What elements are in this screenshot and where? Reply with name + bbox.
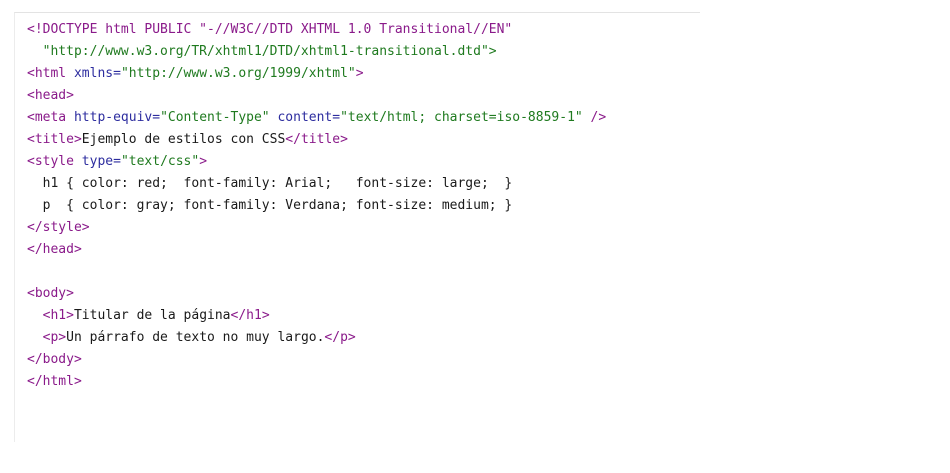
code-line: <meta http-equiv="Content-Type" content=… (27, 107, 606, 129)
code-token: <style (27, 154, 82, 169)
code-token: </body> (27, 352, 82, 367)
code-line: <title>Ejemplo de estilos con CSS</title… (27, 129, 606, 151)
code-token: </head> (27, 242, 82, 257)
code-token: <meta (27, 110, 74, 125)
code-token: > (199, 154, 208, 169)
code-token: <!DOCTYPE html PUBLIC "-//W3C//DTD XHTML… (27, 22, 513, 37)
code-line: <p>Un párrafo de texto no muy largo.</p> (27, 327, 606, 349)
code-token: "text/html; charset=iso-8859-1" (340, 110, 583, 125)
code-token: h1 { color: red; font-family: Arial; fon… (27, 176, 513, 191)
code-line: <!DOCTYPE html PUBLIC "-//W3C//DTD XHTML… (27, 19, 606, 41)
code-token: <h1> (27, 308, 74, 323)
code-line: <style type="text/css"> (27, 151, 606, 173)
code-token: p { color: gray; font-family: Verdana; f… (27, 198, 513, 213)
code-line: "http://www.w3.org/TR/xhtml1/DTD/xhtml1-… (27, 41, 606, 63)
code-block: <!DOCTYPE html PUBLIC "-//W3C//DTD XHTML… (27, 19, 606, 393)
code-line: <body> (27, 283, 606, 305)
code-token: Titular de la página (73, 308, 231, 323)
code-token: xmlns= (73, 66, 121, 81)
code-token: Ejemplo de estilos con CSS (81, 132, 286, 147)
code-token: <p> (27, 330, 67, 345)
code-viewer: <!DOCTYPE html PUBLIC "-//W3C//DTD XHTML… (14, 12, 700, 442)
code-line: </body> (27, 349, 606, 371)
code-token: "http://www.w3.org/TR/xhtml1/DTD/xhtml1-… (27, 44, 497, 59)
code-token: "text/css" (120, 154, 200, 169)
code-token: "Content-Type" (160, 110, 270, 125)
code-line: <html xmlns="http://www.w3.org/1999/xhtm… (27, 63, 606, 85)
code-token: <head> (27, 88, 74, 103)
code-token: content= (277, 110, 341, 125)
code-token: type= (81, 154, 121, 169)
code-token: </title> (285, 132, 348, 147)
code-token: "http://www.w3.org/1999/xhtml" (120, 66, 356, 81)
code-token: > (355, 66, 364, 81)
code-token: </html> (27, 374, 82, 389)
code-line: </head> (27, 239, 606, 261)
code-line: <head> (27, 85, 606, 107)
code-token: <title> (27, 132, 82, 147)
code-line: </style> (27, 217, 606, 239)
code-line: p { color: gray; font-family: Verdana; f… (27, 195, 606, 217)
code-token: </h1> (230, 308, 270, 323)
code-token: /> (582, 110, 607, 125)
code-line: h1 { color: red; font-family: Arial; fon… (27, 173, 606, 195)
code-token: Un párrafo de texto no muy largo. (66, 330, 325, 345)
code-line: </html> (27, 371, 606, 393)
code-line: <h1>Titular de la página</h1> (27, 305, 606, 327)
code-token: </p> (324, 330, 356, 345)
code-token: <body> (27, 286, 74, 301)
code-token: </style> (27, 220, 90, 235)
code-token: http-equiv= (73, 110, 161, 125)
code-token: <html (27, 66, 74, 81)
